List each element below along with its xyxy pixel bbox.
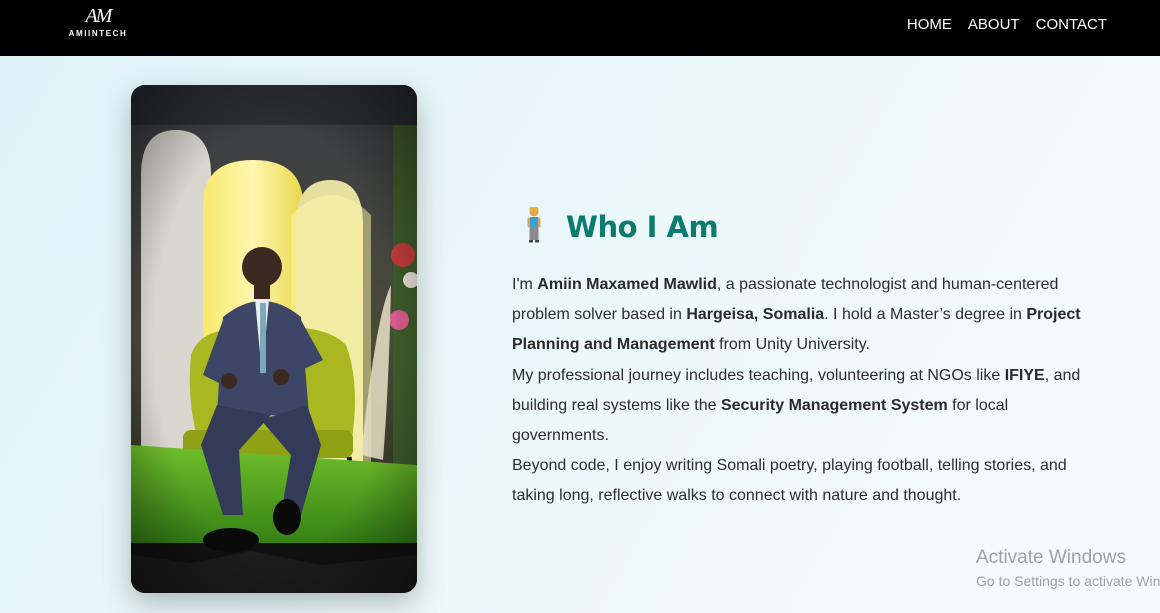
- about-section: Who I Am I'm Amiin Maxamed Mawlid, a pas…: [512, 205, 1112, 512]
- bio-text: . I hold a Master’s degree in: [824, 306, 1027, 324]
- nav-contact-link[interactable]: CONTACT: [1036, 16, 1107, 34]
- site-logo[interactable]: AM AMIINTECH: [64, 4, 132, 44]
- nav-about-link[interactable]: ABOUT: [968, 16, 1020, 34]
- bio-text: Beyond code, I enjoy writing Somali poet…: [512, 457, 1067, 505]
- about-heading: Who I Am: [512, 205, 1112, 249]
- watermark-subtitle: Go to Settings to activate Windows.: [976, 573, 1160, 589]
- nav-home-link[interactable]: HOME: [907, 16, 952, 34]
- bio-text: My professional journey includes teachin…: [512, 366, 1005, 384]
- bio-text: I'm: [512, 276, 538, 293]
- watermark-title: Activate Windows: [976, 547, 1126, 568]
- nav-links: HOME ABOUT CONTACT: [907, 16, 1107, 34]
- bio-highlight: IFIYE: [1004, 366, 1045, 384]
- person-standing-icon: [512, 205, 552, 250]
- bio-highlight: Security Management System: [720, 396, 948, 414]
- about-bio: I'm Amiin Maxamed Mawlid, a passionate t…: [512, 270, 1102, 512]
- activate-windows-watermark: Activate Windows Go to Settings to activ…: [976, 547, 1160, 591]
- bio-highlight: Hargeisa, Somalia: [686, 306, 825, 324]
- about-title: Who I Am: [566, 210, 719, 244]
- navbar: AM AMIINTECH HOME ABOUT CONTACT: [0, 0, 1160, 56]
- logo-mark: AM: [85, 5, 113, 27]
- bio-highlight: Amiin Maxamed Mawlid: [537, 276, 717, 293]
- logo-text: AMIINTECH: [68, 29, 128, 38]
- bio-text: from Unity University.: [714, 336, 870, 354]
- profile-photo: [131, 85, 417, 593]
